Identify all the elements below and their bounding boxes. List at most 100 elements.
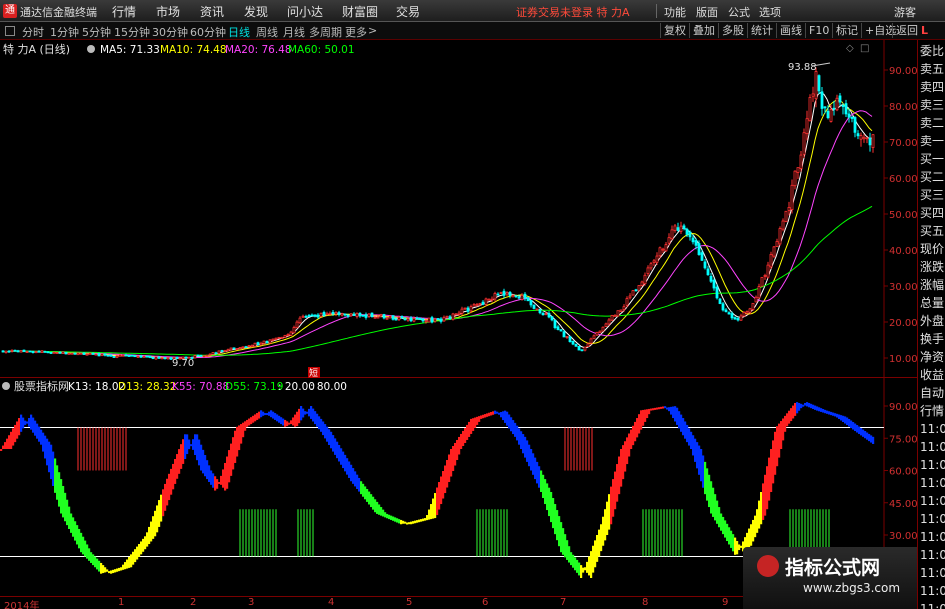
- kdj-segment: [794, 402, 797, 416]
- kdj-segment: [404, 521, 407, 524]
- kdj-segment: [234, 430, 237, 463]
- kdj-segment: [106, 569, 109, 572]
- indicator-tick-label: 90.00: [889, 402, 917, 413]
- menu-item-function[interactable]: 功能: [664, 4, 686, 20]
- candle: [325, 313, 329, 316]
- more-chevron-icon[interactable]: >: [368, 24, 377, 37]
- menu-item-formula[interactable]: 公式: [728, 4, 750, 20]
- kdj-segment: [276, 414, 279, 422]
- side-panel-label[interactable]: 行情: [920, 402, 944, 420]
- candle: [559, 329, 563, 332]
- kdj-segment: [752, 519, 755, 542]
- kdj-segment: [480, 415, 483, 419]
- kdj-segment: [810, 403, 813, 409]
- kdj-segment: [756, 509, 759, 533]
- tool-stats-button[interactable]: 统计: [747, 23, 776, 38]
- period-tab-5min[interactable]: 5分钟: [82, 24, 111, 40]
- menu-item-guest[interactable]: 游客: [894, 4, 916, 20]
- tool-mark-button[interactable]: 标记: [832, 23, 861, 38]
- kdj-segment: [334, 438, 337, 455]
- kdj-segment: [550, 492, 553, 523]
- kdj-segment: [290, 420, 293, 425]
- kdj-segment: [100, 562, 103, 574]
- kdj-segment: [10, 431, 13, 449]
- menu-item-ask[interactable]: 问小达: [287, 3, 323, 20]
- candle: [481, 301, 485, 305]
- candle: [7, 350, 11, 353]
- kdj-segment: [800, 403, 803, 409]
- tool-overlay-button[interactable]: 叠加: [689, 23, 718, 38]
- kdj-segment: [614, 471, 617, 510]
- kdj-segment: [190, 444, 193, 447]
- kdj-segment: [418, 519, 421, 523]
- kdj-segment: [126, 559, 129, 569]
- period-tab-daily[interactable]: 日线: [228, 24, 250, 40]
- candle: [28, 350, 32, 353]
- kdj-segment: [778, 423, 781, 458]
- kdj-segment: [272, 411, 275, 419]
- menu-item-options[interactable]: 选项: [759, 4, 781, 20]
- tool-draw-button[interactable]: 画线: [776, 23, 805, 38]
- kdj-segment: [808, 402, 811, 408]
- menu-item-discover[interactable]: 发现: [244, 3, 268, 20]
- kdj-segment: [568, 546, 571, 563]
- grid-toggle-icon[interactable]: [5, 26, 15, 36]
- kdj-segment: [154, 510, 157, 537]
- close-panel-icon[interactable]: □: [860, 43, 869, 54]
- candle: [820, 91, 824, 109]
- kdj-segment: [696, 442, 699, 469]
- candle: [811, 93, 815, 97]
- menu-item-news[interactable]: 资讯: [200, 3, 224, 20]
- candle: [838, 95, 842, 103]
- candlestick-chart[interactable]: 90.00 80.00 70.00 60.00 50.00 40.00 30.00 20.00…: [0, 40, 917, 378]
- period-tab-intraday[interactable]: 分时: [22, 24, 44, 40]
- menu-item-wealth-circle[interactable]: 财富圈: [342, 3, 378, 20]
- menu-item-trade[interactable]: 交易: [396, 3, 420, 20]
- candle: [691, 237, 695, 243]
- candle: [334, 312, 338, 315]
- period-tab-30min[interactable]: 30分钟: [152, 24, 188, 40]
- period-tab-60min[interactable]: 60分钟: [190, 24, 226, 40]
- period-tab-more[interactable]: 更多: [345, 24, 367, 40]
- menu-item-layout[interactable]: 版面: [696, 4, 718, 20]
- back-button[interactable]: 返回: [892, 23, 921, 38]
- tool-adjust-button[interactable]: 复权: [660, 23, 689, 38]
- candle: [97, 353, 101, 357]
- candle: [865, 137, 869, 140]
- candle: [628, 295, 632, 299]
- menu-item-market-quotes[interactable]: 行情: [112, 3, 136, 20]
- side-panel-label[interactable]: 自动: [920, 384, 944, 402]
- candle: [694, 240, 698, 246]
- period-tab-15min[interactable]: 15分钟: [114, 24, 150, 40]
- candle: [298, 317, 302, 324]
- login-status[interactable]: 证券交易未登录 特 力A: [516, 4, 630, 20]
- kdj-segment: [676, 407, 679, 425]
- candle: [379, 314, 383, 317]
- period-tab-weekly[interactable]: 周线: [256, 24, 278, 40]
- tool-multi-stock-button[interactable]: 多股: [718, 23, 747, 38]
- settings-dot-icon[interactable]: [87, 45, 95, 53]
- period-tab-1min[interactable]: 1分钟: [50, 24, 79, 40]
- expand-icon[interactable]: ◇: [846, 43, 854, 54]
- kdj-segment: [288, 422, 291, 425]
- kdj-segment: [420, 519, 423, 522]
- indicator-settings-icon[interactable]: [2, 382, 10, 390]
- kdj-segment: [458, 436, 461, 455]
- kdj-segment: [20, 414, 23, 432]
- kdj-segment: [192, 439, 195, 450]
- kdj-segment: [542, 474, 545, 499]
- period-tab-multi[interactable]: 多周期: [309, 24, 342, 40]
- candle: [538, 308, 542, 314]
- menu-item-market[interactable]: 市场: [156, 3, 180, 20]
- tool-f10-button[interactable]: F10: [805, 23, 832, 38]
- candle: [652, 260, 656, 264]
- candle: [643, 274, 647, 285]
- kdj-segment: [338, 444, 341, 462]
- kdj-segment: [734, 537, 737, 555]
- side-panel-label: 11:0: [920, 512, 945, 526]
- kdj-segment: [184, 434, 187, 459]
- level-80-label: : 80.00: [310, 381, 347, 393]
- kdj-segment: [150, 521, 153, 542]
- kdj-segment: [238, 425, 241, 451]
- period-tab-monthly[interactable]: 月线: [283, 24, 305, 40]
